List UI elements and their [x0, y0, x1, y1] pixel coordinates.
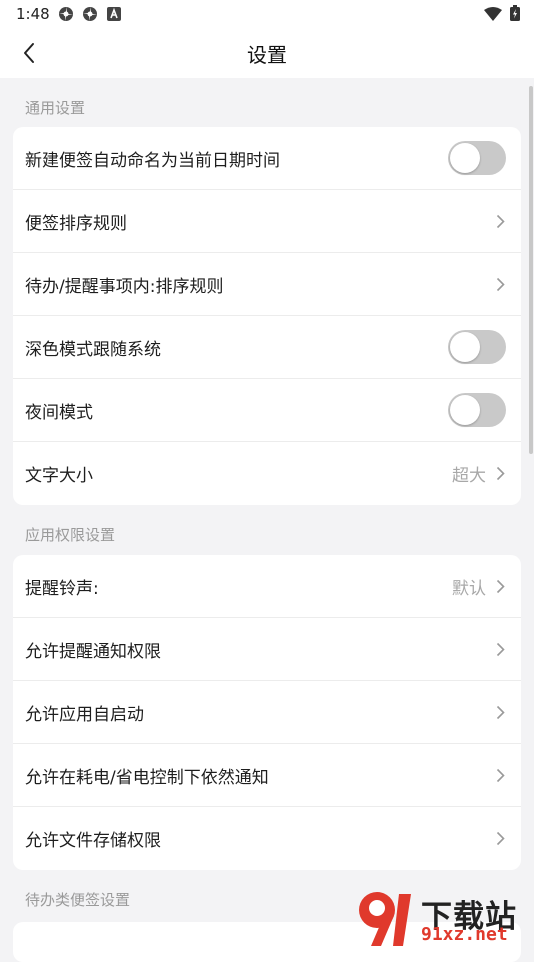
setting-file-storage-permission[interactable]: 允许文件存储权限	[13, 807, 521, 870]
status-system-icons	[484, 5, 520, 25]
night-mode-toggle[interactable]	[448, 393, 506, 427]
setting-label: 文字大小	[25, 466, 93, 486]
section-header-general: 通用设置	[25, 99, 86, 117]
ringtone-value: 默认	[452, 578, 486, 599]
setting-auto-name-by-date[interactable]: 新建便签自动命名为当前日期时间	[13, 127, 521, 190]
auto-name-toggle[interactable]	[448, 141, 506, 175]
dark-mode-follow-toggle[interactable]	[448, 330, 506, 364]
battery-charging-icon	[510, 5, 520, 25]
settings-wheel-icon	[82, 6, 98, 22]
section-header-todo: 待办类便签设置	[25, 891, 131, 909]
setting-todo-sort-rule[interactable]: 待办/提醒事项内:排序规则	[13, 253, 521, 316]
chevron-right-icon	[496, 641, 506, 657]
setting-dark-mode-follow-system[interactable]: 深色模式跟随系统	[13, 316, 521, 379]
watermark: 下载站 91xz.net	[353, 888, 528, 948]
font-size-value: 超大	[452, 466, 486, 486]
section-header-permissions: 应用权限设置	[25, 526, 116, 544]
chevron-right-icon	[496, 767, 506, 783]
title-bar: 设置	[0, 28, 534, 78]
setting-label: 允许文件存储权限	[25, 831, 161, 851]
settings-wheel-icon	[58, 6, 74, 22]
permissions-card: 提醒铃声: 默认 允许提醒通知权限 允许应用自启动 允许在耗电/省电控制下依然通…	[13, 555, 521, 870]
font-a-icon	[106, 6, 122, 22]
page-title: 设置	[247, 43, 287, 67]
setting-label: 夜间模式	[25, 402, 93, 423]
91-logo-icon	[359, 892, 411, 946]
chevron-right-icon	[496, 276, 506, 292]
general-settings-card: 新建便签自动命名为当前日期时间 便签排序规则 待办/提醒事项内:排序规则 深色模…	[13, 127, 521, 505]
status-notification-icons	[58, 6, 122, 22]
setting-notification-permission[interactable]: 允许提醒通知权限	[13, 618, 521, 681]
toggle-knob	[450, 143, 480, 173]
setting-battery-saver-notify[interactable]: 允许在耗电/省电控制下依然通知	[13, 744, 521, 807]
chevron-right-icon	[496, 213, 506, 229]
chevron-right-icon	[496, 831, 506, 847]
chevron-right-icon	[496, 578, 506, 594]
toggle-knob	[450, 395, 480, 425]
setting-font-size[interactable]: 文字大小 超大	[13, 442, 521, 505]
chevron-right-icon	[496, 704, 506, 720]
setting-reminder-ringtone[interactable]: 提醒铃声: 默认	[13, 555, 521, 618]
chevron-right-icon	[496, 466, 506, 482]
wifi-icon	[484, 6, 502, 25]
toggle-knob	[450, 332, 480, 362]
setting-label: 新建便签自动命名为当前日期时间	[25, 150, 280, 171]
status-bar: 1:48	[0, 0, 534, 28]
status-time: 1:48	[16, 5, 50, 23]
setting-auto-start[interactable]: 允许应用自启动	[13, 681, 521, 744]
setting-note-sort-rule[interactable]: 便签排序规则	[13, 190, 521, 253]
setting-label: 待办/提醒事项内:排序规则	[25, 276, 224, 297]
setting-label: 允许应用自启动	[25, 704, 144, 725]
setting-label: 提醒铃声:	[25, 578, 99, 599]
setting-night-mode[interactable]: 夜间模式	[13, 379, 521, 442]
setting-label: 深色模式跟随系统	[25, 339, 161, 360]
scrollbar[interactable]	[529, 86, 533, 454]
setting-label: 允许在耗电/省电控制下依然通知	[25, 767, 269, 788]
setting-label: 便签排序规则	[25, 213, 127, 234]
watermark-url: 91xz.net	[421, 924, 508, 945]
setting-label: 允许提醒通知权限	[25, 641, 161, 662]
